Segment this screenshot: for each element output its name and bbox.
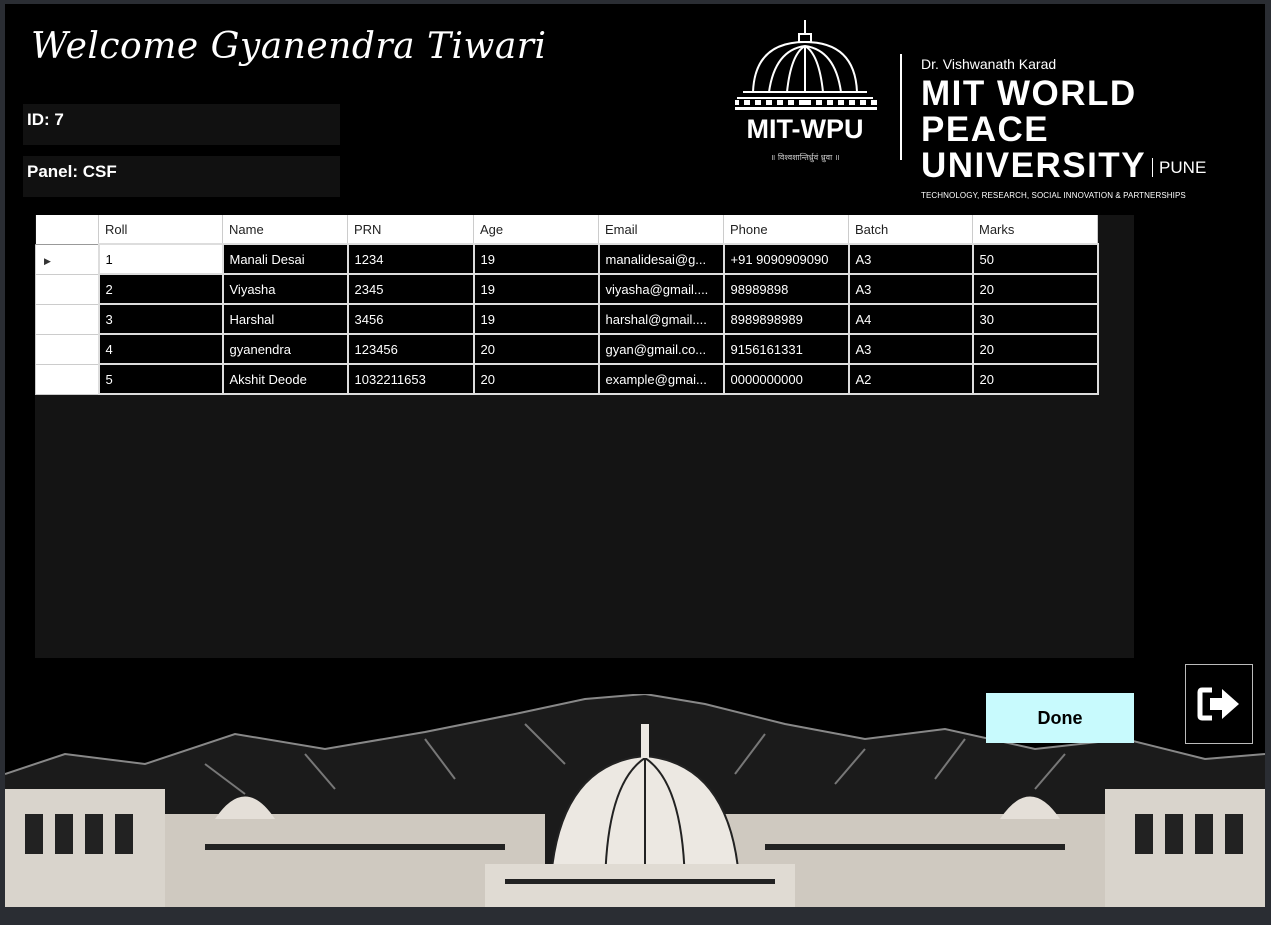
table-cell[interactable]: Akshit Deode	[221, 363, 349, 395]
table-cell[interactable]: 50	[971, 243, 1099, 275]
university-emblem-logo: MIT-WPU ॥ विश्वशान्तिर्ध्रुवं ध्रुवा ॥	[735, 20, 877, 163]
column-header[interactable]: Email	[598, 215, 724, 245]
row-header[interactable]	[35, 333, 99, 365]
table-row[interactable]: 2 Viyasha 2345 19 viyasha@gmail.... 98989898 A…	[35, 273, 1099, 305]
column-header[interactable]: PRN	[347, 215, 474, 245]
table-cell[interactable]: Viyasha	[221, 273, 349, 305]
table-cell[interactable]: Harshal	[221, 303, 349, 335]
table-cell[interactable]: gyan@gmail.co...	[597, 333, 725, 365]
logo-subtitle: Dr. Vishwanath Karad	[921, 56, 1057, 72]
table-cell[interactable]: 2345	[346, 273, 475, 305]
logo-divider	[900, 54, 902, 160]
column-header[interactable]: Name	[222, 215, 348, 245]
table-cell[interactable]: 20	[971, 333, 1099, 365]
header-corner	[35, 215, 99, 245]
table-row[interactable]: ▶ 1 Manali Desai 1234 19 manalidesai@g... +91 …	[35, 243, 1099, 275]
row-header[interactable]	[35, 363, 99, 395]
column-header[interactable]: Age	[473, 215, 599, 245]
table-cell[interactable]: Manali Desai	[221, 243, 349, 275]
table-cell[interactable]: 0000000000	[722, 363, 850, 395]
table-cell[interactable]: manalidesai@g...	[597, 243, 725, 275]
table-cell[interactable]: 2	[97, 273, 224, 305]
table-cell[interactable]: 19	[472, 303, 600, 335]
table-cell[interactable]: 19	[472, 273, 600, 305]
table-cell[interactable]: 9156161331	[722, 333, 850, 365]
table-cell[interactable]: harshal@gmail....	[597, 303, 725, 335]
table-cell[interactable]: A4	[847, 303, 974, 335]
table-cell[interactable]: A2	[847, 363, 974, 395]
column-header[interactable]: Marks	[972, 215, 1098, 245]
row-header[interactable]	[35, 273, 99, 305]
table-cell[interactable]: A3	[847, 333, 974, 365]
table-cell[interactable]: viyasha@gmail....	[597, 273, 725, 305]
table-cell[interactable]: 1032211653	[346, 363, 475, 395]
logo-line2: UNIVERSITY	[921, 146, 1147, 185]
logout-arrow-icon	[1197, 687, 1239, 721]
table-cell[interactable]: +91 9090909090	[722, 243, 850, 275]
table-cell[interactable]: A3	[847, 273, 974, 305]
logo-tagline: TECHNOLOGY, RESEARCH, SOCIAL INNOVATION …	[921, 191, 1186, 200]
table-cell[interactable]: 20	[971, 363, 1099, 395]
table-row[interactable]: 4 gyanendra 123456 20 gyan@gmail.co... 915616…	[35, 333, 1099, 365]
table-cell[interactable]: 1234	[346, 243, 475, 275]
table-cell[interactable]: 8989898989	[722, 303, 850, 335]
table-cell[interactable]: 20	[971, 273, 1099, 305]
panel-label: Panel: CSF	[23, 156, 340, 197]
table-cell[interactable]: A3	[847, 243, 974, 275]
table-cell[interactable]: 123456	[346, 333, 475, 365]
table-cell[interactable]: 3	[97, 303, 224, 335]
table-cell[interactable]: 1	[97, 243, 224, 275]
table-cell[interactable]: 4	[97, 333, 224, 365]
student-table: Roll Name PRN Age Email Phone Batch Mark…	[35, 215, 1099, 395]
table-cell[interactable]: 98989898	[722, 273, 850, 305]
column-header[interactable]: Phone	[723, 215, 849, 245]
column-header[interactable]: Batch	[848, 215, 973, 245]
logo-line1: MIT WORLD PEACE	[921, 74, 1137, 149]
table-header-row: Roll Name PRN Age Email Phone Batch Mark…	[35, 215, 1098, 245]
table-cell[interactable]: 20	[472, 333, 600, 365]
welcome-heading: Welcome Gyanendra Tiwari	[31, 26, 547, 67]
column-header[interactable]: Roll	[98, 215, 223, 245]
row-header[interactable]: ▶	[35, 243, 99, 275]
table-row[interactable]: 5 Akshit Deode 1032211653 20 example@gmai...…	[35, 363, 1099, 395]
emblem-motto: ॥ विश्वशान्तिर्ध्रुवं ध्रुवा ॥	[771, 152, 840, 163]
student-data-grid[interactable]: Roll Name PRN Age Email Phone Batch Mark…	[35, 215, 1134, 658]
table-cell[interactable]: 20	[472, 363, 600, 395]
id-label: ID: 7	[23, 104, 340, 145]
emblem-text: MIT-WPU	[747, 114, 864, 144]
university-name-block: Dr. Vishwanath Karad MIT WORLD PEACE UNI…	[921, 56, 1265, 200]
logout-button[interactable]	[1185, 664, 1253, 744]
table-cell[interactable]: 30	[971, 303, 1099, 335]
table-cell[interactable]: 3456	[346, 303, 475, 335]
main-window: Welcome Gyanendra Tiwari ID: 7 Panel: CS…	[5, 4, 1265, 907]
row-header[interactable]	[35, 303, 99, 335]
table-cell[interactable]: 5	[97, 363, 224, 395]
done-button[interactable]: Done	[986, 693, 1134, 743]
table-cell[interactable]: gyanendra	[221, 333, 349, 365]
table-cell[interactable]: example@gmai...	[597, 363, 725, 395]
current-row-indicator-icon: ▶	[44, 255, 51, 266]
table-row[interactable]: 3 Harshal 3456 19 harshal@gmail.... 898989898…	[35, 303, 1099, 335]
table-cell[interactable]: 19	[472, 243, 600, 275]
logo-city: PUNE	[1152, 158, 1207, 177]
